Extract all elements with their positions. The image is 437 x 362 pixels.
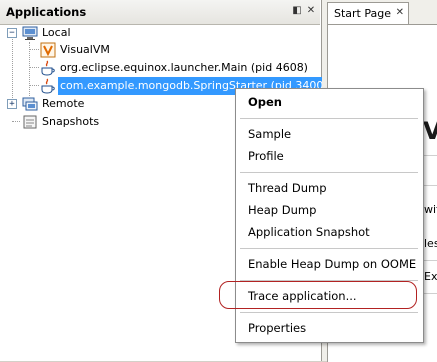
menu-item-open[interactable]: Open [248,93,282,111]
menu-item-application-snapshot[interactable]: Application Snapshot [248,223,370,241]
close-tab-icon[interactable]: ✕ [396,7,404,18]
tree-label-visualvm: VisualVM [60,43,110,56]
collapse-toggle-icon[interactable]: − [7,28,17,38]
menu-item-thread-dump[interactable]: Thread Dump [248,179,327,197]
start-page-text-fragment-with: wit [424,203,437,216]
tree-label-snapshots: Snapshots [42,115,100,128]
java-app-icon [40,60,56,76]
tree-label-remote: Remote [42,97,85,110]
java-app-icon [40,78,56,94]
applications-panel-title: Applications [6,5,87,19]
menu-item-sample[interactable]: Sample [248,125,291,143]
start-page-heading-fragment: Vi [423,117,437,145]
tree-label-eclipse: org.eclipse.equinox.launcher.Main (pid 4… [60,61,308,74]
menu-item-properties[interactable]: Properties [248,319,306,337]
tab-start-page[interactable]: Start Page ✕ [327,2,409,25]
snapshots-icon [22,114,38,130]
applications-panel-header: Applications ◧ ✕ [0,0,320,25]
start-page-text-fragment-ext: Ext [424,270,437,283]
tree-label-local: Local [42,26,71,39]
local-host-icon [22,25,38,41]
minimize-window-icon[interactable]: ◧ [291,5,303,17]
menu-item-profile[interactable]: Profile [248,147,284,165]
menu-item-heap-dump[interactable]: Heap Dump [248,201,316,219]
expand-toggle-icon[interactable]: + [7,99,17,109]
tree-node-eclipse[interactable]: org.eclipse.equinox.launcher.Main (pid 4… [0,59,320,77]
tab-start-page-label: Start Page [334,7,391,20]
trace-application-highlight [219,281,417,309]
menu-item-enable-heap-dump-oome[interactable]: Enable Heap Dump on OOME [248,255,416,273]
tree-node-visualvm[interactable]: VisualVM [0,41,320,59]
visualvm-icon [40,42,56,58]
tree-node-local[interactable]: − Local [0,24,320,42]
start-page-text-fragment-les: les [424,237,437,250]
remote-host-icon [22,96,38,112]
close-panel-icon[interactable]: ✕ [305,5,317,17]
